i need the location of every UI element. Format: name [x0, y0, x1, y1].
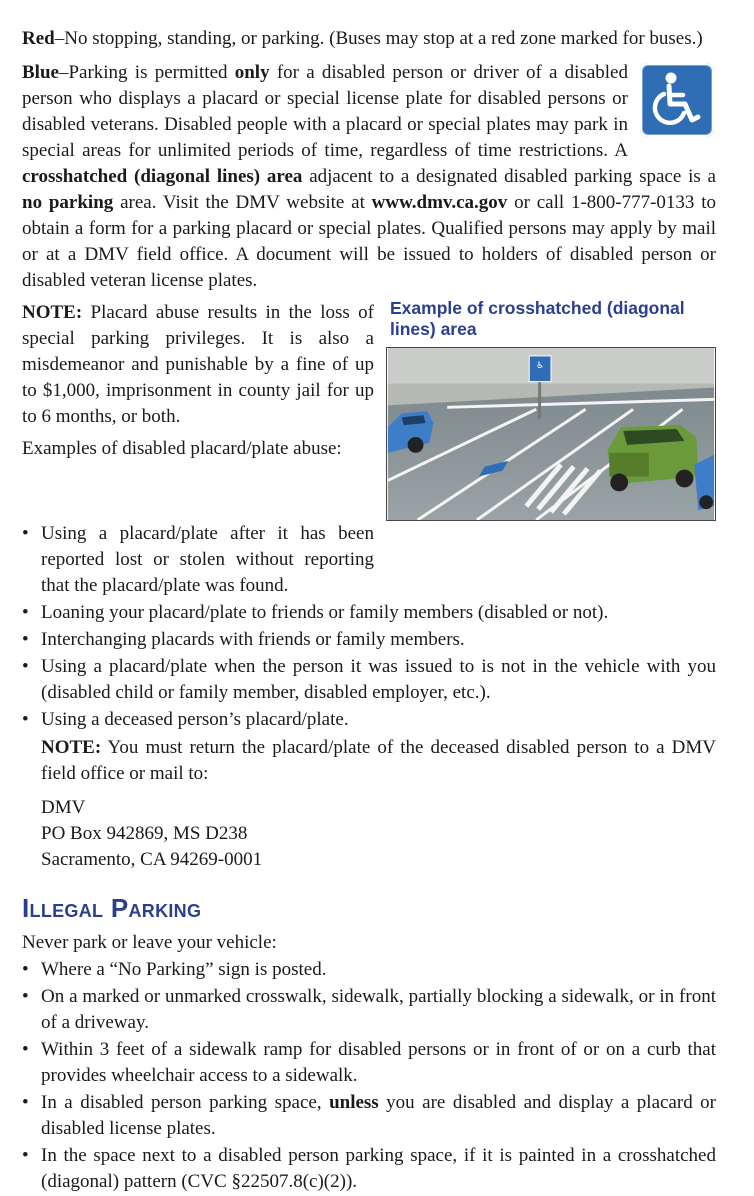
- list-item: In a disabled person parking space, unle…: [22, 1090, 716, 1142]
- item-text: On a marked or unmarked crosswalk, sidew…: [41, 986, 716, 1033]
- item-text: Where a “No Parking” sign is posted.: [41, 959, 327, 980]
- placard-abuse-note: NOTE: Placard abuse results in the loss …: [22, 300, 374, 430]
- note-label: NOTE:: [22, 302, 83, 323]
- blue-text-3: adjacent to a designated disabled parkin…: [302, 166, 716, 187]
- blue-bold-no-parking: no parking: [22, 192, 114, 213]
- parking-lot-illustration: ♿: [386, 347, 716, 521]
- mailing-address: DMV PO Box 942869, MS D238 Sacramento, C…: [41, 795, 716, 873]
- blue-zone-paragraph: Blue–Parking is permitted only for a dis…: [22, 60, 716, 294]
- blue-text-1: –Parking is permitted: [58, 62, 235, 83]
- illegal-parking-intro: Never park or leave your vehicle:: [22, 932, 277, 953]
- red-text: –No stopping, standing, or parking. (Bus…: [54, 28, 703, 49]
- list-item: Loaning your placard/plate to friends or…: [22, 600, 716, 626]
- note-column: NOTE: Placard abuse results in the loss …: [22, 300, 374, 521]
- blue-zone-section: Blue–Parking is permitted only for a dis…: [22, 60, 716, 294]
- wheelchair-accessibility-icon: [640, 63, 714, 137]
- address-line: PO Box 942869, MS D238: [41, 823, 248, 844]
- figure-caption: Example of crosshatched (diagonal lines)…: [390, 298, 685, 339]
- page: Red–No stopping, standing, or parking. (…: [22, 26, 716, 1196]
- note2-text: You must return the placard/plate of the…: [41, 737, 716, 784]
- deceased-placard-note: NOTE: You must return the placard/plate …: [41, 735, 716, 787]
- svg-text:♿: ♿: [536, 361, 544, 371]
- item-text: In a disabled person parking space,: [41, 1092, 330, 1113]
- item-text: In the space next to a disabled person p…: [41, 1145, 716, 1192]
- list-item: Using a placard/plate after it has been …: [22, 521, 374, 599]
- wheelchair-icon: [652, 72, 701, 126]
- list-item: In the space next to a disabled person p…: [22, 1143, 716, 1195]
- blue-term: Blue: [22, 62, 59, 83]
- item-text: Within 3 feet of a sidewalk ramp for dis…: [41, 1039, 716, 1086]
- list-item: Using a placard/plate when the person it…: [22, 654, 716, 706]
- list-item: On a marked or unmarked crosswalk, sidew…: [22, 984, 716, 1036]
- abuse-intro: Examples of disabled placard/plate abuse…: [22, 438, 342, 459]
- address-line: Sacramento, CA 94269-0001: [41, 849, 263, 870]
- abuse-examples-list: Using a placard/plate after it has been …: [22, 521, 716, 733]
- note-and-figure-row: NOTE: Placard abuse results in the loss …: [22, 298, 716, 521]
- illegal-parking-list: Where a “No Parking” sign is posted. On …: [22, 957, 716, 1195]
- list-item: Where a “No Parking” sign is posted.: [22, 957, 716, 983]
- blue-bold-only: only: [234, 62, 270, 83]
- dmv-website-link[interactable]: www.dmv.ca.gov: [372, 192, 508, 213]
- list-item: Using a deceased person’s placard/plate.: [22, 707, 716, 733]
- address-line: DMV: [41, 797, 86, 818]
- note2-label: NOTE:: [41, 737, 102, 758]
- red-zone-paragraph: Red–No stopping, standing, or parking. (…: [22, 26, 716, 52]
- red-term: Red: [22, 28, 55, 49]
- list-item: Within 3 feet of a sidewalk ramp for dis…: [22, 1037, 716, 1089]
- blue-text-4: area. Visit the DMV website at: [113, 192, 372, 213]
- illegal-parking-heading: Illegal Parking: [22, 893, 202, 923]
- crosshatch-figure: Example of crosshatched (diagonal lines)…: [386, 298, 716, 521]
- list-item: Interchanging placards with friends or f…: [22, 627, 716, 653]
- item-bold: unless: [329, 1092, 379, 1113]
- blue-bold-crosshatched: crosshatched (diagonal lines) area: [22, 166, 303, 187]
